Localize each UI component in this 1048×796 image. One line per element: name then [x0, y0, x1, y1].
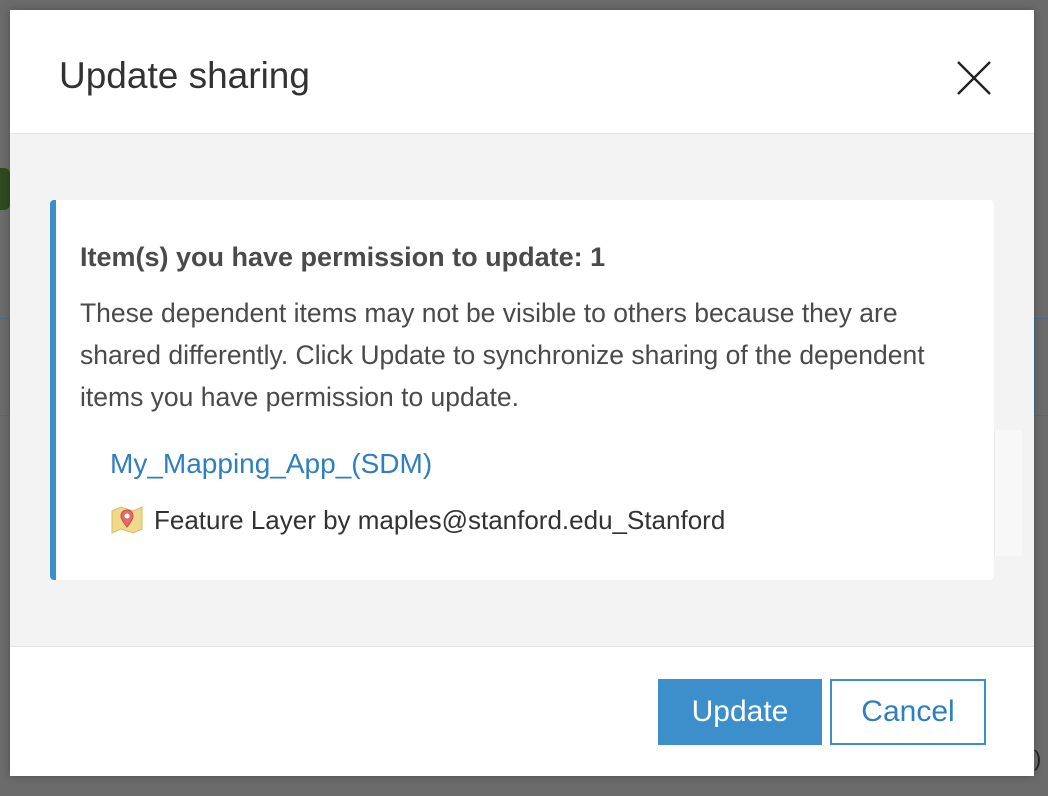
close-icon	[957, 61, 991, 95]
notice-description: These dependent items may not be visible…	[80, 298, 925, 412]
dialog-footer: Update Cancel	[10, 646, 1034, 776]
permission-notice: Item(s) you have permission to update: 1…	[50, 200, 1022, 580]
dialog-body: Item(s) you have permission to update: 1…	[10, 134, 1034, 646]
item-title-link[interactable]: My_Mapping_App_(SDM)	[110, 446, 432, 482]
backdrop-panel-right	[1034, 318, 1048, 416]
dependent-items-list: My_Mapping_App_(SDM) Feature Layer by ma…	[110, 430, 1022, 556]
item-meta-text: Feature Layer by maples@stanford.edu_Sta…	[154, 505, 726, 535]
dialog-header: Update sharing	[10, 10, 1034, 134]
cancel-button[interactable]: Cancel	[830, 679, 986, 745]
item-meta: Feature Layer by maples@stanford.edu_Sta…	[110, 502, 725, 538]
dialog-title: Update sharing	[59, 55, 310, 96]
feature-layer-icon	[111, 506, 143, 534]
list-scrollbar[interactable]	[994, 430, 1022, 556]
backdrop-panel-left	[0, 318, 10, 416]
notice-heading: Item(s) you have permission to update: 1	[80, 242, 606, 272]
backdrop-text: )	[1034, 746, 1042, 771]
update-button[interactable]: Update	[658, 679, 822, 745]
backdrop-chip	[0, 168, 10, 210]
close-button[interactable]	[950, 54, 998, 102]
update-sharing-dialog: Update sharing Item(s) you have permissi…	[10, 10, 1034, 776]
